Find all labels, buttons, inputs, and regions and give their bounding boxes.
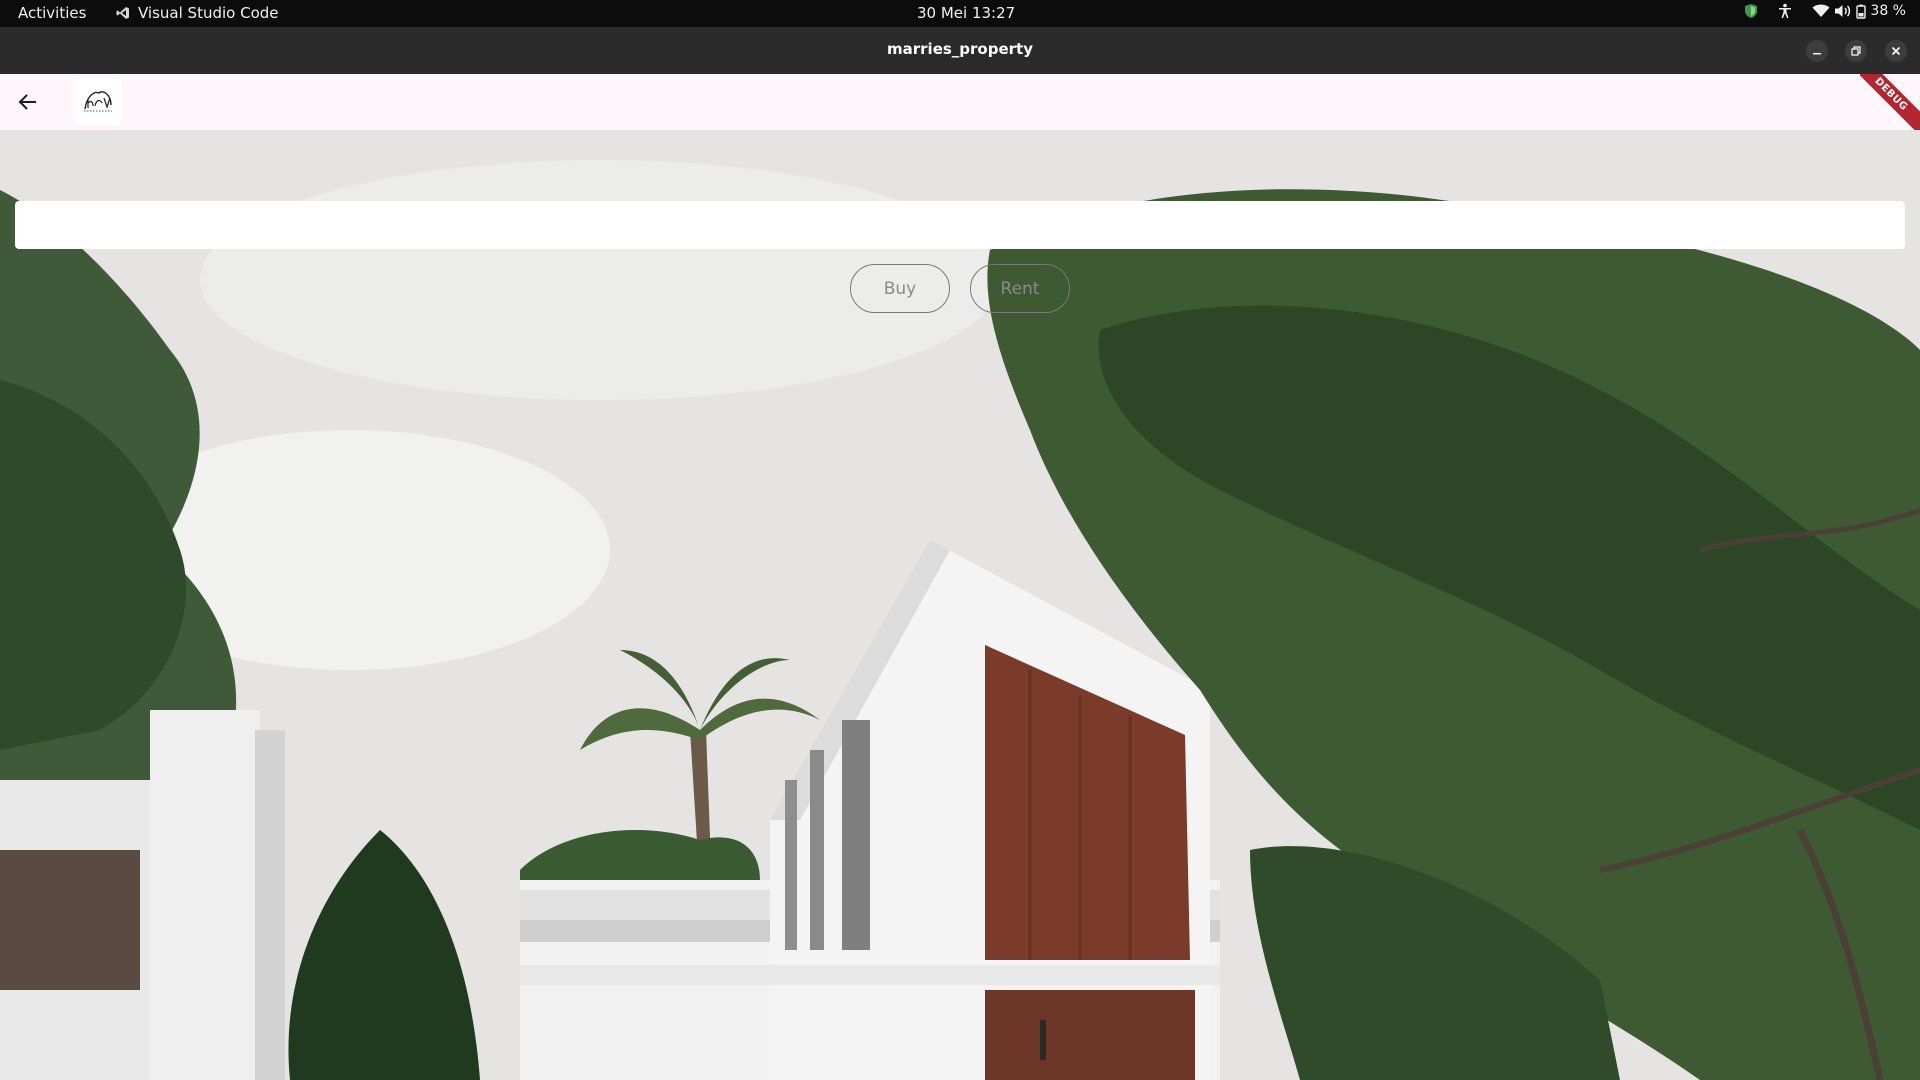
logo-icon bbox=[84, 91, 112, 112]
battery-percentage: 38 % bbox=[1870, 3, 1906, 19]
minimize-button[interactable] bbox=[1806, 40, 1828, 62]
accessibility-icon bbox=[1779, 3, 1792, 18]
app-window: Buy Rent DEBUG bbox=[0, 74, 1920, 1080]
system-top-bar: Activities Visual Studio Code 30 Mei 13:… bbox=[0, 0, 1920, 27]
app-bar: DEBUG bbox=[0, 74, 1920, 130]
vscode-icon bbox=[116, 7, 129, 19]
app-logo bbox=[75, 79, 121, 125]
arrow-left-icon bbox=[18, 94, 36, 110]
back-button[interactable] bbox=[14, 88, 42, 116]
window-title-bar[interactable]: marries_property bbox=[0, 27, 1920, 74]
close-icon bbox=[1891, 46, 1901, 56]
window-title: marries_property bbox=[887, 40, 1033, 58]
house-photo bbox=[0, 130, 1920, 1080]
app-menu[interactable]: Visual Studio Code bbox=[116, 4, 279, 22]
minimize-icon bbox=[1813, 53, 1821, 55]
rent-filter-button[interactable]: Rent bbox=[970, 264, 1070, 313]
system-tray[interactable]: 38 % bbox=[1744, 3, 1906, 19]
wifi-icon bbox=[1812, 4, 1830, 17]
volume-icon bbox=[1835, 5, 1851, 17]
search-input[interactable] bbox=[15, 201, 1905, 249]
restore-icon bbox=[1851, 46, 1861, 56]
app-name-label: Visual Studio Code bbox=[138, 4, 279, 22]
debug-banner-label: DEBUG bbox=[1860, 74, 1920, 130]
close-button[interactable] bbox=[1885, 40, 1907, 62]
activities-button[interactable]: Activities bbox=[18, 4, 86, 22]
hero-background-image: Buy Rent bbox=[0, 130, 1920, 1080]
shield-icon bbox=[1745, 4, 1758, 18]
debug-banner: DEBUG bbox=[1860, 74, 1920, 130]
buy-filter-button[interactable]: Buy bbox=[850, 264, 950, 313]
maximize-button[interactable] bbox=[1845, 40, 1867, 62]
battery-icon bbox=[1856, 4, 1867, 19]
clock[interactable]: 30 Mei 13:27 bbox=[917, 4, 1015, 22]
